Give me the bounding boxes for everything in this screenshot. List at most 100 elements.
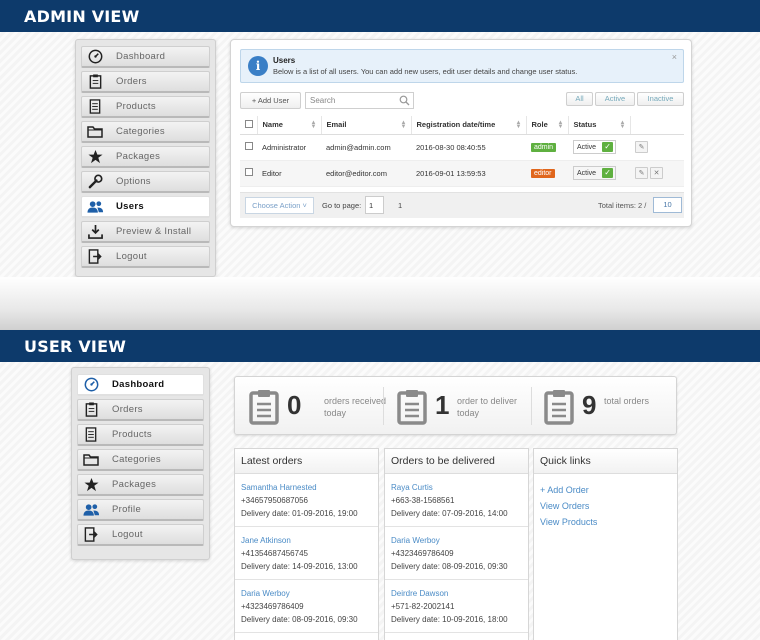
row-checkbox[interactable] — [245, 168, 253, 176]
row-select-cell — [240, 160, 257, 187]
latest-orders-box: Latest orders Samantha Harnested +3465795… — [234, 448, 379, 640]
sidebar-item-users[interactable]: Users — [81, 196, 210, 218]
delivery-date: Delivery date: 01-09-2016, 19:00 — [241, 509, 358, 518]
col-registration[interactable]: Registration date/time ▲ ▼ — [411, 116, 527, 135]
add-user-button[interactable]: + Add User — [240, 92, 301, 109]
sidebar-item-profile[interactable]: Profile — [77, 499, 204, 521]
users-table: Name ▲ ▼ Email ▲ ▼ Registration date/time ▲ ▼ … — [240, 116, 684, 187]
customer-phone: +41354687456745 — [241, 549, 308, 558]
stat-number: 9 — [582, 390, 597, 420]
check-icon: ✓ — [602, 168, 614, 178]
sidebar-item-categories[interactable]: Categories — [77, 449, 204, 471]
table-row: Administrator admin@admin.com 2016-08-30 0… — [240, 134, 684, 161]
status-select[interactable]: Active ✓ — [573, 166, 617, 180]
row-checkbox[interactable] — [245, 142, 253, 150]
sort-icon: ▲ ▼ — [515, 120, 522, 130]
logout-icon — [78, 527, 104, 542]
user-registered: 2016-08-30 08:40:55 — [411, 134, 526, 161]
admin-sidebar: Dashboard Orders Products Categories Package… — [75, 39, 216, 277]
delivery-date: Delivery date: 14-09-2016, 13:00 — [241, 562, 358, 571]
close-icon[interactable]: × — [672, 52, 677, 62]
admin-view-header: ADMIN VIEW — [0, 0, 760, 32]
user-name: Editor — [257, 160, 321, 187]
sidebar-item-label: Products — [116, 101, 156, 112]
edit-icon[interactable]: ✎ — [635, 141, 648, 153]
delivery-date: Delivery date: 08-09-2016, 09:30 — [241, 615, 358, 624]
customer-name-link[interactable]: Jane Atkinson — [241, 534, 372, 547]
download-icon — [82, 224, 108, 239]
customer-name-link[interactable]: Samantha Harnested — [241, 481, 372, 494]
select-all-checkbox[interactable] — [245, 119, 253, 128]
status-select[interactable]: Active ✓ — [573, 140, 617, 154]
customer-name-link[interactable]: Daria Werboy — [391, 534, 522, 547]
quick-link[interactable]: View Orders — [540, 498, 671, 514]
sidebar-item-label: Dashboard — [116, 51, 166, 62]
user-sidebar: Dashboard Orders Products Categories Package… — [71, 367, 210, 560]
quick-links-box: Quick links + Add Order View Orders View P… — [533, 448, 678, 640]
customer-name-link[interactable]: Daria Werboy — [241, 587, 372, 600]
per-page-select[interactable]: 10 — [653, 197, 682, 213]
col-email[interactable]: Email ▲ ▼ — [321, 116, 412, 135]
sort-icon: ▲ ▼ — [619, 120, 626, 130]
search-icon — [399, 95, 410, 106]
quick-link[interactable]: View Products — [540, 514, 671, 530]
sidebar-item-preview-install[interactable]: Preview & Install — [81, 221, 210, 243]
search-input[interactable]: Search — [305, 92, 414, 109]
col-status[interactable]: Status ▲ ▼ — [568, 116, 631, 135]
sidebar-item-label: Logout — [112, 529, 143, 540]
actions-cell: ✎ ✕ — [630, 160, 684, 187]
user-name: Administrator — [257, 134, 321, 161]
speedometer-icon — [78, 377, 104, 392]
edit-icon[interactable]: ✎ — [635, 167, 648, 179]
sidebar-item-orders[interactable]: Orders — [77, 399, 204, 421]
role-cell: editor — [526, 160, 568, 187]
filter-active-button[interactable]: Active — [595, 92, 635, 106]
sidebar-item-options[interactable]: Options — [81, 171, 210, 193]
info-alert: i Users Below is a list of all users. Yo… — [240, 49, 684, 83]
user-email: editor@editor.com — [321, 160, 411, 187]
sidebar-item-dashboard[interactable]: Dashboard — [81, 46, 210, 68]
sidebar-item-packages[interactable]: Packages — [77, 474, 204, 496]
sidebar-item-label: Options — [116, 176, 151, 187]
section-divider — [0, 277, 760, 330]
sidebar-item-orders[interactable]: Orders — [81, 71, 210, 93]
clipboard-icon — [397, 389, 427, 428]
page-link[interactable]: 1 — [398, 201, 402, 210]
info-title: Users — [273, 56, 296, 65]
sidebar-item-categories[interactable]: Categories — [81, 121, 210, 143]
quick-link[interactable]: + Add Order — [540, 482, 671, 498]
customer-name-link[interactable]: Deirdre Dawson — [391, 587, 522, 600]
table-row: Editor editor@editor.com 2016-09-01 13:59:… — [240, 160, 684, 187]
customer-name-link[interactable]: Raya Curtis — [391, 481, 522, 494]
star-icon — [82, 149, 108, 164]
col-name[interactable]: Name ▲ ▼ — [257, 116, 322, 135]
list-item: Jane Atkinson +41354687456745 Delivery dat… — [235, 527, 378, 580]
orders-to-deliver-title: Orders to be delivered — [385, 449, 528, 474]
sort-icon: ▲ ▼ — [400, 120, 407, 130]
list-item: Daria Werboy +4323469786409 Delivery date:… — [385, 527, 528, 580]
filter-inactive-button[interactable]: Inactive — [637, 92, 684, 106]
choose-action-dropdown[interactable]: Choose Action ˅ — [245, 197, 314, 214]
col-actions — [630, 116, 684, 135]
customer-phone: +34657950687056 — [241, 496, 308, 505]
sidebar-item-logout[interactable]: Logout — [77, 524, 204, 546]
delete-icon[interactable]: ✕ — [650, 167, 663, 179]
stat-orders-to-deliver: 1 order to deliver today — [397, 385, 537, 429]
document-list-icon — [82, 99, 108, 114]
sidebar-item-packages[interactable]: Packages — [81, 146, 210, 168]
document-list-icon — [78, 427, 104, 442]
customer-phone: +4323469786409 — [391, 549, 454, 558]
filter-all-button[interactable]: All — [566, 92, 593, 106]
sidebar-item-label: Preview & Install — [116, 226, 192, 237]
sidebar-item-logout[interactable]: Logout — [81, 246, 210, 268]
page-input[interactable]: 1 — [365, 196, 384, 214]
sidebar-item-products[interactable]: Products — [81, 96, 210, 118]
stat-total-orders: 9 total orders — [544, 385, 674, 429]
quick-links-title: Quick links — [534, 449, 677, 474]
info-text: Below is a list of all users. You can ad… — [273, 67, 578, 76]
clipboard-icon — [249, 389, 279, 428]
col-role[interactable]: Role ▲ ▼ — [526, 116, 569, 135]
sidebar-item-dashboard[interactable]: Dashboard — [77, 374, 204, 396]
delivery-date: Delivery date: 07-09-2016, 14:00 — [391, 509, 508, 518]
sidebar-item-products[interactable]: Products — [77, 424, 204, 446]
